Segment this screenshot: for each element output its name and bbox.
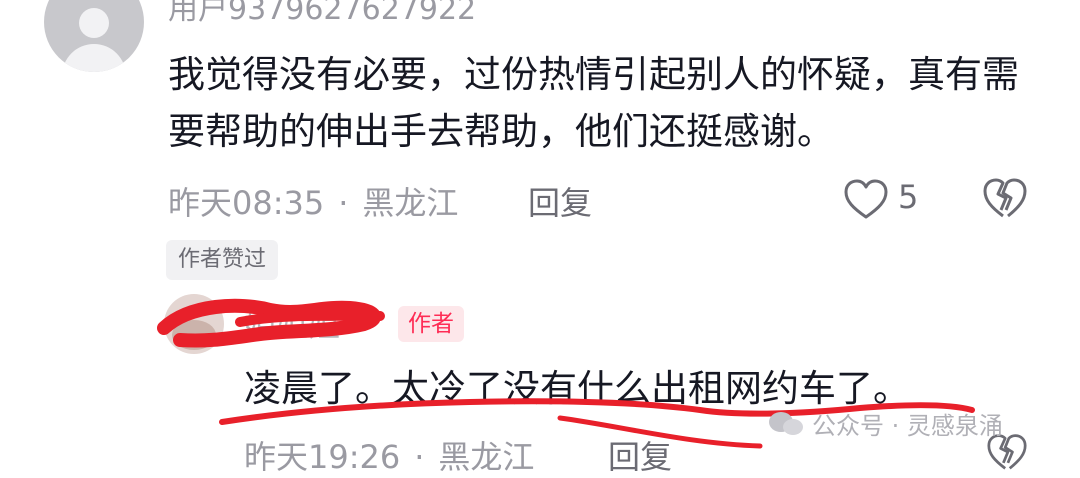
red-underline-annotation <box>219 398 975 449</box>
wechat-icon <box>768 411 804 437</box>
watermark: 公众号 · 灵感泉涌 <box>768 406 1003 441</box>
watermark-text: 公众号 · 灵感泉涌 <box>812 412 1003 440</box>
